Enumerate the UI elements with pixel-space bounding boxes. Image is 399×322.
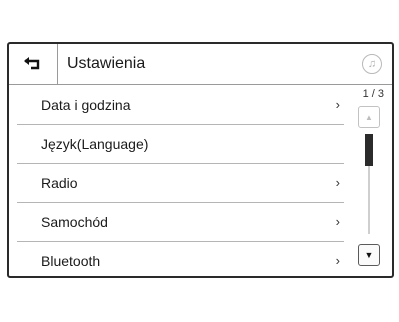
list-item-label: Bluetooth xyxy=(41,253,101,269)
list-item-label: Język(Language) xyxy=(41,136,149,152)
page-indicator: 1 / 3 xyxy=(362,88,384,100)
list-item-vehicle[interactable]: Samochód › xyxy=(17,203,344,242)
page-title: Ustawienia xyxy=(67,55,146,72)
header-bar: Ustawienia ♫ xyxy=(9,44,392,85)
settings-screen: Ustawienia ♫ Data i godzina › Język(Lang… xyxy=(7,42,394,278)
list-item-radio[interactable]: Radio › xyxy=(17,164,344,203)
list-item-label: Radio xyxy=(41,175,78,191)
back-arrow-icon xyxy=(24,57,40,70)
back-button[interactable] xyxy=(9,44,57,84)
list-item-date-time[interactable]: Data i godzina › xyxy=(17,86,344,125)
header-divider xyxy=(57,44,58,84)
scroll-down-button[interactable]: ▼ xyxy=(358,244,380,266)
list-item-label: Samochód xyxy=(41,214,108,230)
list-item-label: Data i godzina xyxy=(41,97,131,113)
list-item-language[interactable]: Język(Language) xyxy=(17,125,344,164)
music-note-icon[interactable]: ♫ xyxy=(362,54,382,74)
triangle-down-icon: ▼ xyxy=(364,250,374,260)
chevron-right-icon: › xyxy=(335,97,340,112)
settings-list: Data i godzina › Język(Language) Radio ›… xyxy=(11,86,350,280)
chevron-right-icon: › xyxy=(335,175,340,190)
scroll-up-button[interactable]: ▲ xyxy=(358,106,380,128)
chevron-right-icon: › xyxy=(335,253,340,268)
list-item-bluetooth[interactable]: Bluetooth › xyxy=(17,242,344,280)
scrollbar-thumb[interactable] xyxy=(365,134,373,166)
scrollbar-track[interactable] xyxy=(365,134,373,234)
chevron-right-icon: › xyxy=(335,214,340,229)
triangle-up-icon: ▲ xyxy=(365,112,373,122)
